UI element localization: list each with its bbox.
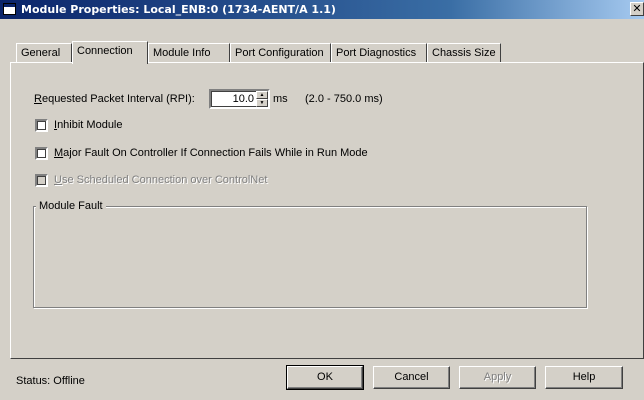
tab-module-info[interactable]: Module Info — [148, 43, 230, 63]
tab-chassis-size[interactable]: Chassis Size — [427, 43, 501, 63]
rpi-spinner[interactable]: ▲ ▼ — [256, 91, 268, 107]
inhibit-module-label: Inhibit Module — [54, 119, 123, 131]
tab-general[interactable]: General — [16, 43, 72, 63]
title-bar[interactable]: Module Properties: Local_ENB:0 (1734-AEN… — [0, 0, 644, 19]
close-button[interactable]: ✕ — [630, 2, 644, 16]
rpi-range: (2.0 - 750.0 ms) — [305, 93, 383, 105]
ok-button[interactable]: OK — [286, 365, 364, 390]
module-fault-label: Module Fault — [36, 200, 106, 212]
status-text: Status: Offline — [16, 375, 85, 387]
spin-down-icon[interactable]: ▼ — [256, 99, 268, 107]
tab-connection[interactable]: Connection — [72, 41, 148, 64]
tab-port-configuration[interactable]: Port Configuration — [230, 43, 331, 63]
scheduled-connection-checkbox — [35, 174, 48, 187]
rpi-label: Requested Packet Interval (RPI): — [34, 93, 195, 105]
spin-up-icon[interactable]: ▲ — [256, 91, 268, 99]
tab-port-diagnostics[interactable]: Port Diagnostics — [331, 43, 427, 63]
scheduled-connection-label: Use Scheduled Connection over ControlNet — [54, 174, 268, 186]
module-fault-group — [33, 206, 587, 308]
window-title: Module Properties: Local_ENB:0 (1734-AEN… — [21, 3, 336, 16]
dialog-window: Module Properties: Local_ENB:0 (1734-AEN… — [0, 0, 644, 400]
rpi-input[interactable]: 10.0 ▲ ▼ — [209, 89, 270, 109]
cancel-button[interactable]: Cancel — [373, 366, 450, 389]
major-fault-checkbox[interactable] — [35, 147, 48, 160]
rpi-unit: ms — [273, 93, 288, 105]
inhibit-module-checkbox[interactable] — [35, 119, 48, 132]
major-fault-label: Major Fault On Controller If Connection … — [54, 147, 368, 159]
rpi-value: 10.0 — [232, 93, 254, 105]
window-icon — [3, 3, 16, 15]
help-button[interactable]: Help — [545, 366, 623, 389]
apply-button: Apply — [459, 366, 536, 389]
